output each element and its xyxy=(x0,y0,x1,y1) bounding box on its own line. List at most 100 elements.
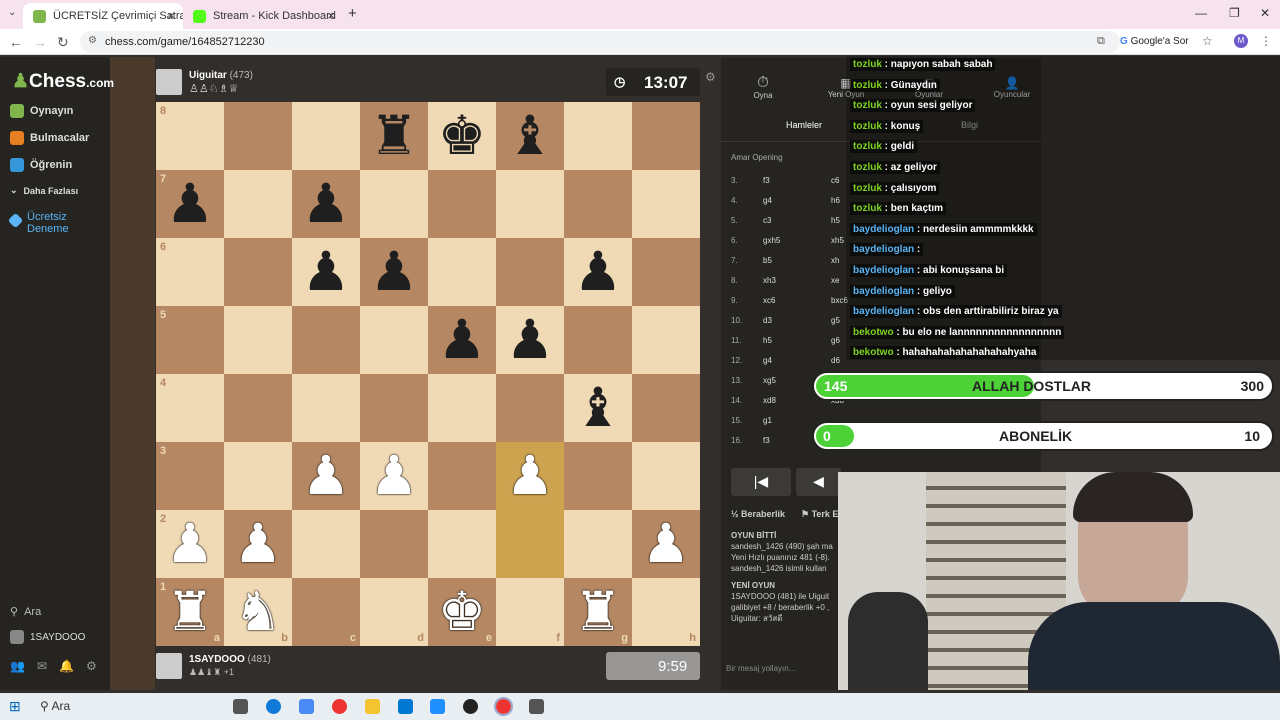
square-c8[interactable] xyxy=(292,102,360,170)
square-c4[interactable] xyxy=(292,374,360,442)
square-c7[interactable]: ♟ xyxy=(292,170,360,238)
square-f6[interactable] xyxy=(496,238,564,306)
task-view-icon[interactable] xyxy=(233,699,248,714)
square-b6[interactable] xyxy=(224,238,292,306)
square-c2[interactable] xyxy=(292,510,360,578)
sidebar-search[interactable]: ⚲ Ara xyxy=(10,605,41,619)
white-move[interactable]: g1 xyxy=(763,416,772,425)
tab-list-icon[interactable]: ⌄ xyxy=(8,7,16,18)
black-pawn-icon[interactable]: ♟ xyxy=(574,245,622,299)
settings-icon[interactable]: ⚙ xyxy=(86,659,97,673)
white-move[interactable]: g4 xyxy=(763,356,772,365)
square-d8[interactable]: ♜ xyxy=(360,102,428,170)
sidebar-user[interactable]: 1SAYDOOO xyxy=(10,630,85,644)
square-e1[interactable]: e ♚ xyxy=(428,578,496,646)
square-h7[interactable] xyxy=(632,170,700,238)
square-e3[interactable] xyxy=(428,442,496,510)
square-d5[interactable] xyxy=(360,306,428,374)
mail-app-icon[interactable] xyxy=(398,699,413,714)
obs-icon[interactable] xyxy=(463,699,478,714)
square-d3[interactable]: ♟ xyxy=(360,442,428,510)
address-bar[interactable]: ⚙ chess.com/game/164852712230 xyxy=(80,31,1120,53)
square-c5[interactable] xyxy=(292,306,360,374)
close-tab-icon[interactable]: × xyxy=(327,8,335,23)
square-a5[interactable]: 5 xyxy=(156,306,224,374)
minimize-icon[interactable]: — xyxy=(1195,6,1207,20)
square-a4[interactable]: 4 xyxy=(156,374,224,442)
square-h8[interactable] xyxy=(632,102,700,170)
white-move[interactable]: c3 xyxy=(763,216,771,225)
square-b5[interactable] xyxy=(224,306,292,374)
chess-board[interactable]: 8 ♜ ♚ ♝ 7 ♟ ♟ 6 ♟ ♟ ♟ 5 ♟ ♟ 4 ♝ 3 ♟ ♟ ♟ 2 ♟ ♟ ♟ 1 a ♜ b ♞ c d e ♚ f g ♜ h xyxy=(156,102,700,646)
square-f4[interactable] xyxy=(496,374,564,442)
chat-input[interactable]: Bir mesaj yollayın... xyxy=(726,664,795,673)
white-move[interactable]: xc6 xyxy=(763,296,775,305)
back-icon[interactable]: ← xyxy=(9,34,23,50)
white-move[interactable]: d3 xyxy=(763,316,772,325)
white-pawn-icon[interactable]: ♟ xyxy=(370,449,418,503)
black-pawn-icon[interactable]: ♟ xyxy=(506,313,554,367)
board-settings-icon[interactable]: ⚙ xyxy=(705,70,716,84)
install-icon[interactable]: ⧉ xyxy=(1097,35,1105,48)
white-king-icon[interactable]: ♚ xyxy=(438,585,486,639)
square-g1[interactable]: g ♜ xyxy=(564,578,632,646)
bottom-player-name-row[interactable]: 1SAYDOOO (481) xyxy=(189,654,271,665)
white-pawn-icon[interactable]: ♟ xyxy=(506,449,554,503)
square-h3[interactable] xyxy=(632,442,700,510)
black-move[interactable]: xe xyxy=(831,276,839,285)
white-move[interactable]: gxh5 xyxy=(763,236,780,245)
chrome-active-icon[interactable] xyxy=(494,697,513,716)
square-h4[interactable] xyxy=(632,374,700,442)
restore-icon[interactable]: ❐ xyxy=(1229,6,1240,20)
square-e6[interactable] xyxy=(428,238,496,306)
reload-icon[interactable]: ↻ xyxy=(57,34,69,51)
chrome-icon[interactable] xyxy=(332,699,347,714)
forward-icon[interactable]: → xyxy=(33,34,47,50)
resign-button[interactable]: ⚑ Terk E xyxy=(801,509,838,520)
square-h6[interactable] xyxy=(632,238,700,306)
square-b8[interactable] xyxy=(224,102,292,170)
square-f7[interactable] xyxy=(496,170,564,238)
bookmark-star-icon[interactable]: ☆ xyxy=(1202,34,1213,48)
square-g5[interactable] xyxy=(564,306,632,374)
black-move[interactable]: xh5 xyxy=(831,236,844,245)
square-d7[interactable] xyxy=(360,170,428,238)
square-c6[interactable]: ♟ xyxy=(292,238,360,306)
square-c1[interactable]: c xyxy=(292,578,360,646)
bottom-player-avatar[interactable] xyxy=(156,653,182,679)
prev-move-button[interactable]: ◀ xyxy=(796,468,841,496)
black-move[interactable]: h6 xyxy=(831,196,840,205)
square-a2[interactable]: 2 ♟ xyxy=(156,510,224,578)
site-info-icon[interactable]: ⚙ xyxy=(88,35,97,46)
tab-play[interactable]: ⏱ Oyna xyxy=(749,74,777,100)
white-pawn-icon[interactable]: ♟ xyxy=(234,517,282,571)
chess-logo[interactable]: ♟Chess.com xyxy=(12,70,114,93)
sidebar-item-puzzles[interactable]: Bulmacalar xyxy=(10,131,89,145)
black-pawn-icon[interactable]: ♟ xyxy=(302,177,350,231)
white-move[interactable]: g4 xyxy=(763,196,772,205)
black-move[interactable]: h5 xyxy=(831,216,840,225)
square-h5[interactable] xyxy=(632,306,700,374)
google-ask-button[interactable]: G Google'a Sor xyxy=(1120,36,1189,47)
square-a8[interactable]: 8 xyxy=(156,102,224,170)
browser-tab-chess[interactable]: ÜCRETSİZ Çevrimiçi Satranç Oy × xyxy=(23,3,183,29)
friends-icon[interactable]: 👥 xyxy=(10,659,25,673)
square-b2[interactable]: ♟ xyxy=(224,510,292,578)
copilot-icon[interactable] xyxy=(299,699,314,714)
square-f5[interactable]: ♟ xyxy=(496,306,564,374)
square-b1[interactable]: b ♞ xyxy=(224,578,292,646)
square-f2[interactable] xyxy=(496,510,564,578)
square-h2[interactable]: ♟ xyxy=(632,510,700,578)
edge-icon[interactable] xyxy=(266,699,281,714)
square-f8[interactable]: ♝ xyxy=(496,102,564,170)
square-c3[interactable]: ♟ xyxy=(292,442,360,510)
top-player-avatar[interactable] xyxy=(156,69,182,95)
square-e8[interactable]: ♚ xyxy=(428,102,496,170)
move-row[interactable]: 8. xh3 xe xyxy=(721,276,851,296)
square-h1[interactable]: h xyxy=(632,578,700,646)
square-e2[interactable] xyxy=(428,510,496,578)
black-rook-icon[interactable]: ♜ xyxy=(370,109,418,163)
white-rook-icon[interactable]: ♜ xyxy=(574,585,622,639)
white-move[interactable]: xd8 xyxy=(763,396,776,405)
black-move[interactable]: g6 xyxy=(831,336,840,345)
